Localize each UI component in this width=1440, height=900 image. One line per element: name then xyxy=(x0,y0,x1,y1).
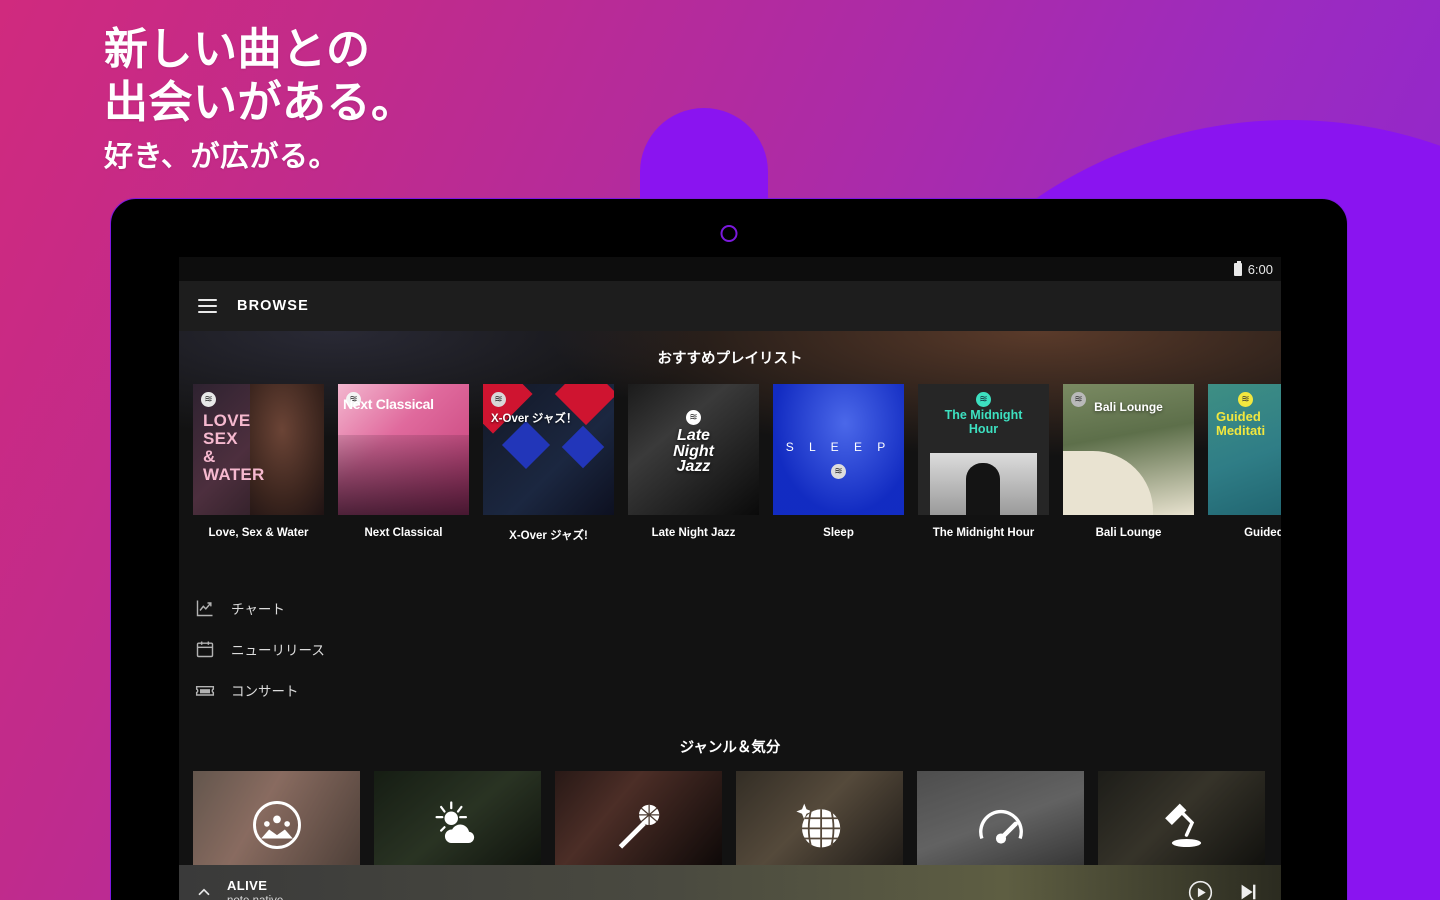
nav-item-label: チャート xyxy=(231,601,285,617)
play-circle-icon[interactable] xyxy=(1188,880,1213,900)
playlist-artwork: LateNightJazz xyxy=(628,384,759,515)
calendar-icon xyxy=(195,639,215,659)
nav-item-label: コンサート xyxy=(231,683,299,699)
promo-headline: 新しい曲との 出会いがある。 好き、が広がる。 xyxy=(104,24,416,179)
playlist-artwork: Next Classical xyxy=(338,384,469,515)
browse-nav-list: チャート ニューリリース コンサート xyxy=(179,565,1281,718)
playlist-label: X-Over ジャズ! xyxy=(509,530,588,542)
headline-subhead: 好き、が広がる。 xyxy=(104,140,338,173)
playlist-artwork: Bali Lounge xyxy=(1063,384,1194,515)
artwork-shape xyxy=(561,425,605,469)
artwork-title: S L E E P xyxy=(785,440,892,454)
playlist-label: Bali Lounge xyxy=(1095,527,1162,539)
playback-controls xyxy=(1188,880,1259,900)
playlist-artwork: X-Over ジャズ！ xyxy=(483,384,614,515)
playlist-card[interactable]: S L E E P Sleep xyxy=(773,384,904,543)
genre-tile[interactable] xyxy=(555,771,722,871)
playlist-card[interactable]: X-Over ジャズ！ X-Over ジャズ! xyxy=(483,384,614,543)
playlist-card[interactable]: Bali Lounge Bali Lounge xyxy=(1063,384,1194,543)
playlist-label: Next Classical xyxy=(364,527,443,539)
speedometer-icon xyxy=(978,809,1023,844)
spotify-badge-icon xyxy=(831,464,846,479)
artwork-title: Bali Lounge xyxy=(1094,400,1163,414)
chart-line-icon xyxy=(195,598,215,618)
now-playing-track-title: ALIVE xyxy=(227,877,268,893)
featured-section-title: おすすめプレイリスト xyxy=(657,351,803,367)
spotify-badge-icon xyxy=(201,392,216,407)
artwork-shape xyxy=(501,420,551,470)
artwork-photo xyxy=(1063,451,1153,515)
genre-tile[interactable] xyxy=(917,771,1084,871)
sun-cloud-weather-icon xyxy=(435,801,474,844)
genre-tile[interactable] xyxy=(193,771,360,871)
status-bar: 6:00 xyxy=(179,257,1281,281)
tablet-device-frame: 6:00 BROWSE おすすめプレイリスト LOVESEX&WATER Lov… xyxy=(110,198,1348,900)
playlist-artwork: GuidedMeditati xyxy=(1208,384,1281,515)
playlist-card[interactable]: LOVESEX&WATER Love, Sex & Water xyxy=(193,384,324,543)
page-title: BROWSE xyxy=(237,298,309,314)
artwork-title: LOVE SEX & WATER xyxy=(203,411,265,485)
now-playing-meta: ALIVE note native xyxy=(227,878,1188,900)
now-playing-bar[interactable]: ALIVE note native xyxy=(179,865,1281,900)
headline-line-2: 出会いがある。 xyxy=(104,77,416,127)
playlist-label: Late Night Jazz xyxy=(651,527,736,539)
genre-tile[interactable] xyxy=(736,771,903,871)
japan-badge-icon xyxy=(252,801,301,849)
playlist-artwork: LOVESEX&WATER xyxy=(193,384,324,515)
chevron-up-icon[interactable] xyxy=(191,883,217,900)
hamburger-menu-icon[interactable] xyxy=(198,299,217,313)
playlist-card[interactable]: The MidnightHour The Midnight Hour xyxy=(918,384,1049,543)
artwork-title: The Midnight Hour xyxy=(944,408,1023,437)
nav-item-new-releases[interactable]: ニューリリース xyxy=(195,628,1281,669)
spotify-badge-icon xyxy=(491,392,506,407)
headline-line-1: 新しい曲との xyxy=(104,25,371,74)
microphone-icon xyxy=(618,804,659,849)
spotify-badge-icon xyxy=(686,410,701,425)
tablet-screen: 6:00 BROWSE おすすめプレイリスト LOVESEX&WATER Lov… xyxy=(179,257,1281,900)
playlist-artwork: S L E E P xyxy=(773,384,904,515)
artwork-title: Guided Meditati xyxy=(1216,409,1266,439)
playlist-label: Sleep xyxy=(823,527,854,539)
genre-tile[interactable] xyxy=(374,771,541,871)
artwork-title: X-Over ジャズ！ xyxy=(491,413,578,425)
desk-lamp-icon xyxy=(1164,803,1201,848)
nav-item-charts[interactable]: チャート xyxy=(195,587,1281,628)
spotify-badge-icon xyxy=(1238,392,1253,407)
playlist-artwork: The MidnightHour xyxy=(918,384,1049,515)
artwork-title: Late Night Jazz xyxy=(673,427,714,476)
skip-next-icon[interactable] xyxy=(1237,881,1259,900)
playlist-card[interactable]: GuidedMeditati Guided Me xyxy=(1208,384,1281,543)
app-bar: BROWSE xyxy=(179,281,1281,331)
playlist-card[interactable]: LateNightJazz Late Night Jazz xyxy=(628,384,759,543)
nav-item-label: ニューリリース xyxy=(231,642,325,658)
artwork-photo xyxy=(930,453,1037,515)
spotify-badge-icon xyxy=(976,392,991,407)
playlist-carousel[interactable]: LOVESEX&WATER Love, Sex & Water Next Cla… xyxy=(179,384,1281,543)
nav-item-concerts[interactable]: コンサート xyxy=(195,669,1281,710)
now-playing-artist: note native xyxy=(227,895,1188,900)
front-camera-icon xyxy=(720,225,738,242)
genre-tile[interactable] xyxy=(1098,771,1265,871)
genres-section-title: ジャンル＆気分 xyxy=(679,740,781,756)
artwork-title: Next Classical xyxy=(343,396,434,412)
ticket-icon xyxy=(195,680,215,700)
playlist-card[interactable]: Next Classical Next Classical xyxy=(338,384,469,543)
artwork-photo xyxy=(338,435,469,515)
genre-grid xyxy=(179,771,1281,871)
status-clock: 6:00 xyxy=(1247,261,1273,277)
playlist-label: Love, Sex & Water xyxy=(208,527,309,539)
featured-playlists-section: おすすめプレイリスト LOVESEX&WATER Love, Sex & Wat… xyxy=(179,331,1281,565)
playlist-label: The Midnight Hour xyxy=(932,527,1035,539)
disco-ball-icon xyxy=(795,803,840,848)
battery-full-icon xyxy=(1233,260,1242,276)
playlist-label: Guided Me xyxy=(1244,527,1281,539)
